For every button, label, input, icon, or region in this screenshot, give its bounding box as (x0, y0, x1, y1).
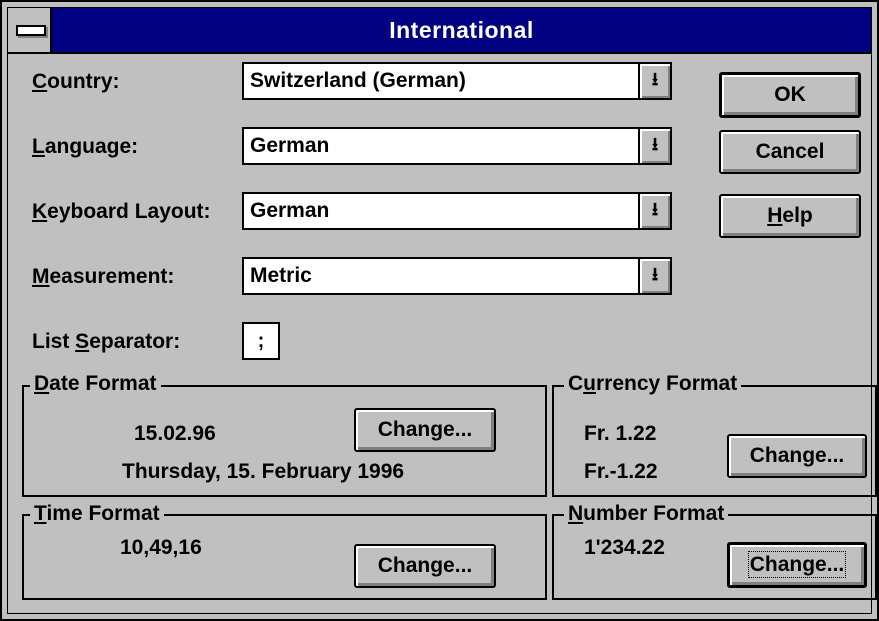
system-menu-icon (16, 25, 46, 36)
list-separator-label: List Separator: (32, 330, 181, 353)
country-label: Country: (32, 70, 120, 93)
time-sample: 10,49,16 (120, 536, 202, 559)
dropdown-arrow-icon[interactable]: ⭳ (638, 194, 670, 228)
measurement-label: Measurement: (32, 265, 175, 288)
currency-negative-sample: Fr.-1.22 (584, 460, 658, 483)
keyboard-layout-dropdown[interactable]: German ⭳ (242, 192, 672, 230)
date-long-sample: Thursday, 15. February 1996 (122, 460, 405, 483)
number-sample: 1'234.22 (584, 536, 665, 559)
time-format-title: Time Format (30, 502, 164, 526)
date-short-sample: 15.02.96 (134, 422, 216, 445)
date-format-title: Date Format (30, 372, 161, 396)
cancel-button[interactable]: Cancel (719, 130, 861, 174)
system-menu-button[interactable] (8, 8, 52, 52)
country-value: Switzerland (German) (250, 69, 466, 92)
dropdown-arrow-icon[interactable]: ⭳ (638, 129, 670, 163)
currency-positive-sample: Fr. 1.22 (584, 422, 657, 445)
international-dialog: International Country: Switzerland (Germ… (0, 0, 879, 621)
keyboard-layout-value: German (250, 199, 330, 222)
currency-change-button[interactable]: Change... (727, 434, 867, 478)
window-title: International (389, 17, 534, 43)
language-dropdown[interactable]: German ⭳ (242, 127, 672, 165)
dropdown-arrow-icon[interactable]: ⭳ (638, 259, 670, 293)
help-button[interactable]: Help (719, 194, 861, 238)
language-value: German (250, 134, 330, 157)
time-change-button[interactable]: Change... (354, 544, 496, 588)
measurement-value: Metric (250, 264, 312, 287)
date-change-button[interactable]: Change... (354, 408, 496, 452)
number-format-title: Number Format (564, 502, 729, 526)
country-dropdown[interactable]: Switzerland (German) ⭳ (242, 62, 672, 100)
list-separator-input[interactable]: ; (242, 322, 280, 360)
dropdown-arrow-icon[interactable]: ⭳ (638, 64, 670, 98)
language-label: Language: (32, 135, 139, 158)
measurement-dropdown[interactable]: Metric ⭳ (242, 257, 672, 295)
title-bar[interactable]: International (8, 8, 871, 54)
keyboard-layout-label: Keyboard Layout: (32, 200, 211, 223)
currency-format-title: Currency Format (564, 372, 742, 396)
number-change-button[interactable]: Change... (727, 542, 867, 588)
ok-button[interactable]: OK (719, 72, 861, 118)
